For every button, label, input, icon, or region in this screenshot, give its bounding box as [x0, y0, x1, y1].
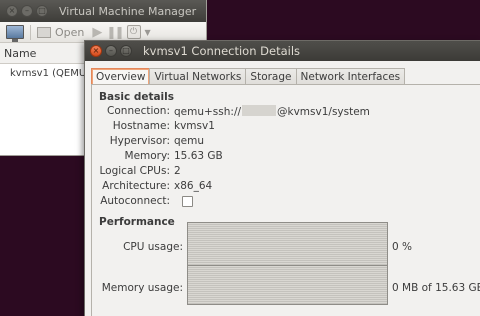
- open-button[interactable]: Open: [55, 26, 84, 39]
- memory-label: Memory:: [124, 150, 170, 162]
- performance-heading: Performance: [99, 216, 175, 228]
- window-title: Virtual Machine Manager: [59, 4, 197, 18]
- vm-connection-label: kvmsv1 (QEMU): [10, 67, 91, 79]
- connection-label: Connection:: [107, 105, 170, 117]
- connection-value: qemu+ssh:// @kvmsv1/system: [174, 105, 370, 118]
- architecture-value: x86_64: [174, 180, 213, 192]
- connection-details-dialog: × – □ kvmsv1 Connection Details Overview…: [84, 40, 480, 316]
- logical-cpus-label: Logical CPUs:: [99, 165, 171, 177]
- memory-value: 15.63 GB: [174, 150, 223, 162]
- cpu-usage-label: CPU usage:: [123, 241, 183, 253]
- open-console-icon[interactable]: [37, 26, 51, 38]
- autoconnect-checkbox[interactable]: [182, 196, 193, 207]
- overview-panel: Basic details Connection: qemu+ssh:// @kv…: [91, 84, 480, 316]
- tab-virtual-networks[interactable]: Virtual Networks: [149, 68, 247, 85]
- autoconnect-label: Autoconnect:: [100, 195, 170, 207]
- tab-overview[interactable]: Overview: [91, 68, 151, 85]
- architecture-label: Architecture:: [102, 180, 170, 192]
- memory-usage-value: 0 MB of 15.63 GB: [392, 282, 480, 294]
- memory-usage-label: Memory usage:: [101, 282, 183, 294]
- redacted-user: [242, 105, 277, 116]
- pause-icon[interactable]: ❚❚: [106, 25, 124, 39]
- shutdown-icon[interactable]: ⏻: [126, 25, 141, 39]
- cpu-usage-graph: [187, 222, 388, 266]
- new-vm-icon[interactable]: [6, 25, 24, 42]
- run-icon[interactable]: ▶: [92, 25, 102, 40]
- maximize-icon[interactable]: □: [120, 45, 132, 57]
- logical-cpus-value: 2: [174, 165, 181, 177]
- minimize-icon[interactable]: –: [105, 45, 117, 57]
- maximize-icon[interactable]: □: [36, 5, 48, 17]
- hostname-label: Hostname:: [112, 120, 170, 132]
- hypervisor-value: qemu: [174, 135, 205, 147]
- chevron-down-icon[interactable]: ▼: [145, 28, 151, 37]
- toolbar-separator: [30, 24, 31, 40]
- dialog-title: kvmsv1 Connection Details: [143, 44, 301, 58]
- basic-details-heading: Basic details: [99, 91, 175, 103]
- tab-network-interfaces[interactable]: Network Interfaces: [295, 68, 406, 85]
- dialog-titlebar[interactable]: × – □ kvmsv1 Connection Details: [85, 41, 480, 61]
- minimize-icon[interactable]: –: [21, 5, 33, 17]
- tab-storage[interactable]: Storage: [245, 68, 297, 85]
- connection-suffix: @kvmsv1/system: [277, 106, 370, 118]
- hostname-value: kvmsv1: [174, 120, 215, 132]
- tab-bar: Overview Virtual Networks Storage Networ…: [91, 68, 406, 85]
- close-icon[interactable]: ×: [6, 5, 18, 17]
- memory-usage-graph: [187, 265, 388, 305]
- close-icon[interactable]: ×: [90, 45, 102, 57]
- vm-manager-titlebar[interactable]: × – □ Virtual Machine Manager: [0, 0, 206, 22]
- cpu-usage-value: 0 %: [392, 241, 412, 253]
- hypervisor-label: Hypervisor:: [109, 135, 170, 147]
- connection-prefix: qemu+ssh://: [174, 106, 242, 118]
